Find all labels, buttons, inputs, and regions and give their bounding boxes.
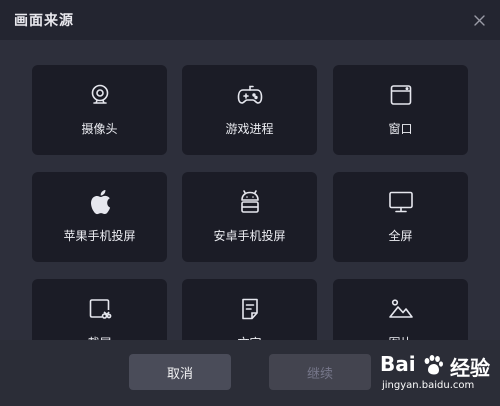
monitor-icon [387,188,415,216]
close-button[interactable] [468,9,490,31]
tile-label: 摄像头 [81,122,118,136]
tile-label: 游戏进程 [225,122,274,136]
android-icon [236,188,264,216]
watermark-brand: Bai [380,352,416,376]
title-bar: 画面来源 [0,0,500,40]
webcam-icon [86,81,114,109]
tile-label: 窗口 [388,122,413,136]
tile-image[interactable]: 图片 [333,279,468,340]
tile-webcam[interactable]: 摄像头 [32,65,167,155]
watermark-url: jingyan.baidu.com [382,380,475,391]
tile-label: 安卓手机投屏 [213,229,286,243]
cancel-button[interactable]: 取消 [129,354,231,390]
tile-fullscreen[interactable]: 全屏 [333,172,468,262]
source-grid: 摄像头 游戏进程 窗口 苹果手机投屏 安卓手机投屏 全屏 [0,40,500,340]
tile-window[interactable]: 窗口 [333,65,468,155]
picture-source-dialog: 画面来源 摄像头 游戏进程 窗口 苹果手机投屏 安卓手机投屏 全屏 取消 继续 … [0,0,500,406]
close-icon [473,14,485,26]
image-icon [387,295,415,323]
dialog-title: 画面来源 [14,13,74,29]
screenshot-icon [86,295,114,323]
gamepad-icon [236,81,264,109]
continue-button[interactable]: 继续 [269,354,371,390]
window-icon [387,81,415,109]
tile-game-process[interactable]: 游戏进程 [182,65,317,155]
tile-label: 苹果手机投屏 [63,229,136,243]
tile-label: 全屏 [388,229,413,243]
paw-icon [424,355,443,375]
baidu-jingyan-watermark: Bai 经验 jingyan.baidu.com [380,350,498,402]
tile-iphone-mirror[interactable]: 苹果手机投屏 [32,172,167,262]
text-document-icon [236,295,264,323]
tile-screenshot[interactable]: 截屏 [32,279,167,340]
tile-text[interactable]: 文字 [182,279,317,340]
apple-icon [86,188,114,216]
tile-android-mirror[interactable]: 安卓手机投屏 [182,172,317,262]
watermark-brand-2: 经验 [450,356,490,380]
